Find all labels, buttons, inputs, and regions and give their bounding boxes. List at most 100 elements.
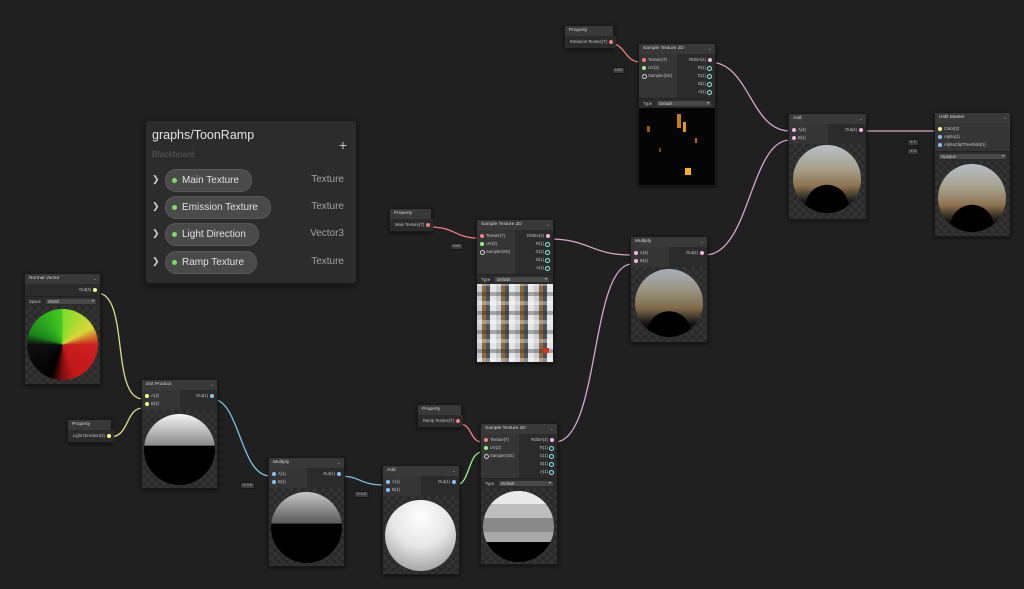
type-row[interactable]: Type Default <box>639 98 715 108</box>
collapse-chevron-icon[interactable]: ⌄ <box>546 220 550 230</box>
port-in[interactable]: B(1) <box>269 478 307 486</box>
property-node-light[interactable]: Property Light Direction(3) <box>67 419 114 443</box>
port-in[interactable]: A(3) <box>142 392 180 400</box>
expand-arrow-icon[interactable]: ❯ <box>152 256 160 267</box>
preview-mode-row[interactable]: Opaque <box>935 151 1010 161</box>
port-in[interactable]: Texture(T) <box>481 436 519 444</box>
multiply-b-field[interactable]: X 0.5 <box>240 482 255 489</box>
property-pill[interactable]: Main Texture <box>165 169 253 192</box>
port-in[interactable]: B(4) <box>789 134 828 142</box>
collapse-chevron-icon[interactable]: ⌄ <box>700 237 704 247</box>
port-out[interactable]: A(1) <box>519 468 557 476</box>
alpha-clip-field[interactable]: X 0 <box>907 148 919 155</box>
port-out[interactable]: Light Direction(3) <box>68 432 114 440</box>
uv-channel-field[interactable]: UV0 <box>450 243 464 250</box>
uv-channel-field[interactable]: UV0 <box>612 67 626 74</box>
blackboard-property-row[interactable]: ❯ Ramp Texture Texture <box>146 251 356 275</box>
sample-texture-node-ramp[interactable]: Sample Texture 2D ⌄ Texture(T) UV(2) Samp… <box>480 423 558 565</box>
port-in[interactable]: Sampler(SS) <box>481 452 519 460</box>
port-in[interactable]: Texture(T) <box>639 56 677 64</box>
port-out[interactable]: RGBA(4) <box>515 232 553 240</box>
port-out[interactable]: G(1) <box>519 452 557 460</box>
port-out[interactable]: Emission Texture(T) <box>565 38 616 46</box>
property-node-ramp[interactable]: Property Ramp Texture(T) <box>417 404 464 428</box>
collapse-chevron-icon[interactable]: ⌄ <box>550 424 554 434</box>
port-in[interactable]: UV(2) <box>481 444 519 452</box>
alpha-field[interactable]: X 1 <box>907 139 919 146</box>
port-in[interactable]: B(3) <box>142 400 180 408</box>
port-out[interactable]: R(1) <box>519 444 557 452</box>
port-out[interactable]: B(1) <box>515 256 553 264</box>
port-in[interactable]: AlphaClipThreshold(1) <box>935 141 1010 149</box>
sample-texture-node-main[interactable]: Sample Texture 2D ⌄ Texture(T) UV(2) Samp… <box>476 219 554 363</box>
port-out[interactable]: R(1) <box>515 240 553 248</box>
collapse-chevron-icon[interactable]: ⌄ <box>452 466 456 476</box>
blackboard-property-row[interactable]: ❯ Main Texture Texture <box>146 169 356 193</box>
port-in[interactable]: A(1) <box>383 478 421 486</box>
multiply-node-half[interactable]: Multiply ⌄ A(1) B(1) Out(1) <box>268 457 345 567</box>
space-dropdown[interactable]: World <box>45 298 96 304</box>
port-in[interactable]: Color(3) <box>935 125 1010 133</box>
expand-arrow-icon[interactable]: ❯ <box>152 201 160 212</box>
collapse-chevron-icon[interactable]: ⌄ <box>859 114 863 124</box>
port-in[interactable]: A(1) <box>269 470 307 478</box>
port-in[interactable]: Sampler(SS) <box>639 72 677 80</box>
multiply-node-color[interactable]: Multiply ⌄ A(4) B(4) Out(4) <box>630 236 708 343</box>
port-out[interactable]: B(1) <box>677 80 715 88</box>
expand-arrow-icon[interactable]: ❯ <box>152 174 160 185</box>
port-out[interactable]: Out(4) <box>828 126 867 134</box>
port-in[interactable]: A(4) <box>631 249 669 257</box>
unlit-master-node[interactable]: Unlit Master ⌄ Color(3) Alpha(1) AlphaCli… <box>934 112 1011 237</box>
port-in[interactable]: Sampler(SS) <box>477 248 515 256</box>
space-row[interactable]: Space World <box>25 296 100 306</box>
property-pill[interactable]: Ramp Texture <box>165 251 258 274</box>
port-out[interactable]: Out(1) <box>307 470 345 478</box>
port-out[interactable]: A(1) <box>677 88 715 96</box>
add-node-half[interactable]: Add ⌄ A(1) B(1) Out(1) <box>382 465 460 575</box>
expand-arrow-icon[interactable]: ❯ <box>152 228 160 239</box>
port-out[interactable]: Ramp Texture(T) <box>418 417 463 425</box>
port-out[interactable]: G(1) <box>515 248 553 256</box>
blackboard-property-row[interactable]: ❯ Emission Texture Texture <box>146 196 356 220</box>
sample-texture-node-emission[interactable]: Sample Texture 2D ⌄ Texture(T) UV(2) Samp… <box>638 43 716 186</box>
type-dropdown[interactable]: Default <box>495 276 549 282</box>
type-row[interactable]: Type Default <box>477 274 553 284</box>
port-in[interactable]: Texture(T) <box>477 232 515 240</box>
port-out[interactable]: B(1) <box>519 460 557 468</box>
port-out[interactable]: G(1) <box>677 72 715 80</box>
property-node-main[interactable]: Property Main Texture(T) <box>389 208 434 232</box>
port-in[interactable]: Alpha(1) <box>935 133 1010 141</box>
collapse-chevron-icon[interactable]: ⌄ <box>210 380 214 390</box>
port-in[interactable]: UV(2) <box>477 240 515 248</box>
property-pill[interactable]: Light Direction <box>165 223 259 246</box>
type-row[interactable]: Type Default <box>481 478 557 488</box>
property-node-emission[interactable]: Property Emission Texture(T) <box>564 25 617 49</box>
port-out[interactable]: R(1) <box>677 64 715 72</box>
port-out[interactable]: RGBA(4) <box>677 56 715 64</box>
collapse-chevron-icon[interactable]: ⌄ <box>337 458 341 468</box>
dot-product-node[interactable]: Dot Product ⌄ A(3) B(3) Out(1) <box>141 379 218 489</box>
property-pill[interactable]: Emission Texture <box>165 196 271 219</box>
type-dropdown[interactable]: Default <box>657 100 711 106</box>
port-in[interactable]: A(4) <box>789 126 828 134</box>
port-in[interactable]: UV(2) <box>639 64 677 72</box>
port-out[interactable]: Out(4) <box>669 249 707 257</box>
blackboard-panel[interactable]: graphs/ToonRamp Blackboard + ❯ Main Text… <box>145 120 357 284</box>
collapse-chevron-icon[interactable]: ⌄ <box>1003 113 1007 123</box>
normal-vector-node[interactable]: Normal Vector ⌄ Out(3) Space World <box>24 273 101 385</box>
port-in[interactable]: B(1) <box>383 486 421 494</box>
add-b-field[interactable]: X 0.5 <box>354 491 369 498</box>
add-node-output[interactable]: Add ⌄ A(4) B(4) Out(4) <box>788 113 867 220</box>
port-in[interactable]: B(4) <box>631 257 669 265</box>
port-out[interactable]: Main Texture(T) <box>390 221 433 229</box>
add-property-button[interactable]: + <box>339 137 347 153</box>
port-out[interactable]: RGBA(4) <box>519 436 557 444</box>
type-dropdown[interactable]: Default <box>499 480 553 486</box>
port-out[interactable]: Out(1) <box>421 478 459 486</box>
collapse-chevron-icon[interactable]: ⌄ <box>708 44 712 54</box>
port-out[interactable]: A(1) <box>515 264 553 272</box>
preview-mode-dropdown[interactable]: Opaque <box>939 153 1006 159</box>
port-out[interactable]: Out(1) <box>180 392 218 400</box>
blackboard-property-row[interactable]: ❯ Light Direction Vector3 <box>146 223 356 247</box>
collapse-chevron-icon[interactable]: ⌄ <box>93 274 97 284</box>
